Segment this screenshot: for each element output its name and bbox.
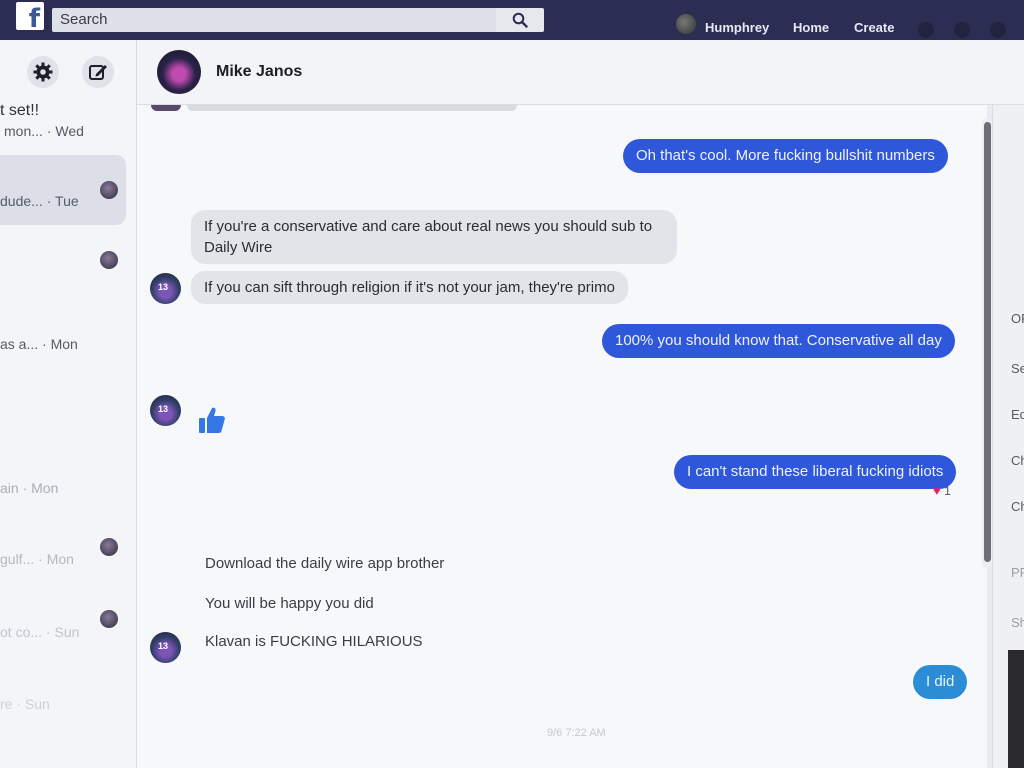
- jersey-number: 13: [158, 641, 169, 651]
- options-label: OP: [1011, 311, 1024, 326]
- settings-button[interactable]: [27, 56, 59, 88]
- incoming-message[interactable]: Klavan is FUCKING HILARIOUS: [205, 633, 423, 650]
- top-navigation-bar: f Search Humphrey Home Create: [0, 0, 1024, 40]
- nav-create-link[interactable]: Create: [854, 20, 894, 35]
- shared-label: Sh: [1011, 615, 1024, 630]
- snippet-text: ot co...: [0, 624, 43, 640]
- conversation-snippet[interactable]: dude... · Tue: [0, 193, 79, 209]
- snippet-time: Mon: [50, 336, 78, 352]
- snippet-text: as a...: [0, 336, 39, 352]
- snippet-time: Sun: [24, 696, 50, 712]
- compose-icon: [89, 65, 107, 80]
- snippet-text: ain: [0, 480, 19, 496]
- snippet-time: Sun: [54, 624, 80, 640]
- snippet-text: dude...: [0, 193, 43, 209]
- user-avatar[interactable]: [676, 14, 696, 34]
- contact-avatar: [100, 181, 118, 199]
- shared-media-thumbnail[interactable]: [1008, 650, 1024, 768]
- snippet-text: gulf...: [0, 551, 35, 567]
- panel-item[interactable]: Ch: [1011, 499, 1024, 514]
- search-button[interactable]: [496, 8, 544, 32]
- message-timestamp: 9/6 7:22 AM: [547, 727, 606, 739]
- snippet-time: Mon: [46, 551, 74, 567]
- conversation-snippet[interactable]: as a... · Mon: [0, 336, 78, 352]
- contact-avatar[interactable]: [157, 50, 201, 94]
- panel-item[interactable]: Ch: [1011, 453, 1024, 468]
- new-message-button[interactable]: [82, 56, 114, 88]
- scrollbar-thumb[interactable]: [984, 122, 991, 562]
- contact-name[interactable]: Mike Janos: [216, 63, 302, 81]
- nav-profile-link[interactable]: Humphrey: [705, 20, 769, 35]
- snippet-text: re: [0, 696, 13, 712]
- conversation-snippet[interactable]: gulf... · Mon: [0, 551, 74, 567]
- gear-icon: [33, 62, 53, 82]
- panel-item[interactable]: Se: [1011, 361, 1024, 376]
- jersey-number: 13: [158, 404, 169, 414]
- conversation-snippet[interactable]: ot co... · Sun: [0, 624, 79, 640]
- previous-message-fragment: [187, 105, 517, 111]
- contact-avatar: [100, 251, 118, 269]
- incoming-message[interactable]: Download the daily wire app brother: [205, 555, 444, 572]
- snippet-text: mon...: [4, 123, 43, 139]
- contact-avatar[interactable]: 13: [150, 273, 181, 304]
- snippet-time: Wed: [55, 123, 84, 139]
- outgoing-message[interactable]: I can't stand these liberal fucking idio…: [674, 455, 957, 489]
- conversation-sidebar: t set!! mon... · Wed dude... · Tue as a.…: [0, 40, 137, 768]
- reaction-count: 1: [944, 484, 951, 498]
- notifications-icon[interactable]: [990, 22, 1006, 38]
- snippet-time: Mon: [31, 480, 59, 496]
- chat-header: Mike Janos: [137, 40, 1024, 105]
- previous-avatar-fragment: [151, 105, 181, 111]
- message-thread[interactable]: Oh that's cool. More fucking bullshit nu…: [137, 105, 987, 768]
- nav-home-link[interactable]: Home: [793, 20, 829, 35]
- conversation-title-fragment: t set!!: [0, 102, 40, 119]
- outgoing-message[interactable]: 100% you should know that. Conservative …: [602, 324, 955, 358]
- incoming-message[interactable]: If you can sift through religion if it's…: [191, 271, 628, 304]
- search-input[interactable]: Search: [52, 8, 496, 32]
- incoming-message[interactable]: You will be happy you did: [205, 595, 374, 612]
- snippet-time: Tue: [55, 193, 79, 209]
- heart-icon: ♥: [933, 483, 941, 498]
- conversation-snippet[interactable]: re · Sun: [0, 696, 50, 712]
- conversation-snippet[interactable]: ain · Mon: [0, 480, 58, 496]
- outgoing-message[interactable]: Oh that's cool. More fucking bullshit nu…: [623, 139, 948, 173]
- thumbs-up-icon: [199, 407, 225, 433]
- facebook-logo-icon[interactable]: f: [16, 2, 44, 30]
- messenger-icon[interactable]: [954, 22, 970, 38]
- conversation-snippet[interactable]: mon... · Wed: [4, 123, 84, 139]
- privacy-label: PR: [1011, 565, 1024, 580]
- panel-item[interactable]: Ed: [1011, 407, 1024, 422]
- message-reaction[interactable]: ♥ 1: [933, 483, 951, 498]
- contact-avatar: [100, 610, 118, 628]
- incoming-message[interactable]: If you're a conservative and care about …: [191, 210, 677, 264]
- contact-avatar[interactable]: 13: [150, 395, 181, 426]
- contact-avatar: [100, 538, 118, 556]
- friends-icon[interactable]: [918, 22, 934, 38]
- jersey-number: 13: [158, 282, 169, 292]
- search-icon: [512, 12, 528, 28]
- outgoing-message[interactable]: I did: [913, 665, 968, 699]
- contact-avatar[interactable]: 13: [150, 632, 181, 663]
